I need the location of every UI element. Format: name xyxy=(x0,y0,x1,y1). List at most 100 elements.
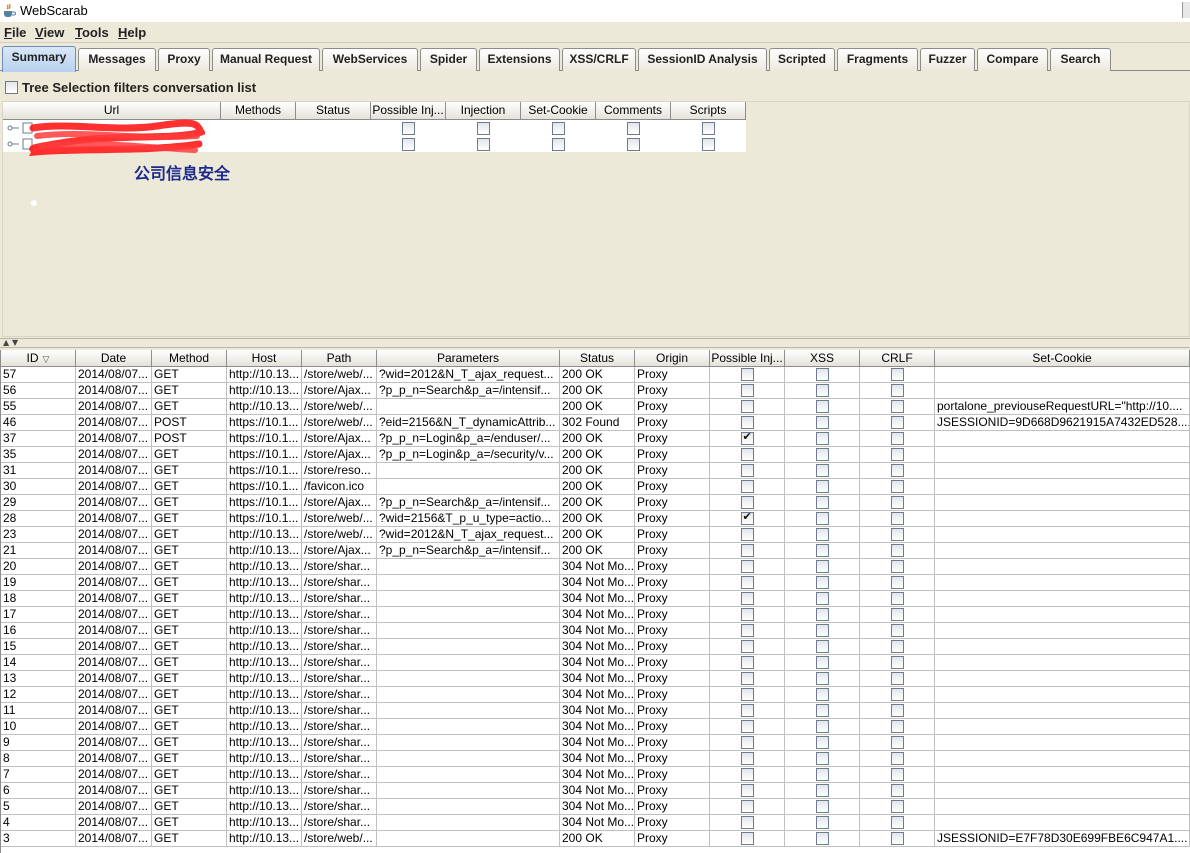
tree-col-status[interactable]: Status xyxy=(296,102,371,120)
tab-fragments[interactable]: Fragments xyxy=(837,48,918,71)
crlf-checkbox[interactable] xyxy=(890,784,904,797)
table-row[interactable]: 20 2014/08/07... GET http://10.13.../store/… xyxy=(1,559,1190,575)
table-row[interactable]: 14 2014/08/07... GET http://10.13.../store/… xyxy=(1,655,1190,671)
tree-col-scripts[interactable]: Scripts xyxy=(671,102,746,120)
tree-cb-injection[interactable] xyxy=(477,121,490,135)
crlf-checkbox[interactable] xyxy=(890,752,904,765)
xss-checkbox[interactable] xyxy=(815,432,829,445)
xss-checkbox[interactable] xyxy=(815,704,829,717)
xss-checkbox[interactable] xyxy=(815,592,829,605)
crlf-checkbox[interactable] xyxy=(890,608,904,621)
crlf-checkbox[interactable] xyxy=(890,544,904,557)
possible-injection-checkbox[interactable] xyxy=(740,431,754,445)
possible-injection-checkbox[interactable] xyxy=(740,384,754,397)
tab-sessionid-analysis[interactable]: SessionID Analysis xyxy=(638,48,767,71)
tree-cb-comments[interactable] xyxy=(627,121,640,135)
xss-checkbox[interactable] xyxy=(815,736,829,749)
crlf-checkbox[interactable] xyxy=(890,672,904,685)
menu-help[interactable]: Help xyxy=(118,25,146,40)
tree-col-set-cookie[interactable]: Set-Cookie xyxy=(521,102,596,120)
xss-checkbox[interactable] xyxy=(815,560,829,573)
table-row[interactable]: 12 2014/08/07... GET http://10.13.../store/… xyxy=(1,687,1190,703)
possible-injection-checkbox[interactable] xyxy=(740,496,754,509)
crlf-checkbox[interactable] xyxy=(890,480,904,493)
crlf-checkbox[interactable] xyxy=(890,624,904,637)
possible-injection-checkbox[interactable] xyxy=(740,368,754,381)
table-row[interactable]: 10 2014/08/07... GET http://10.13.../store/… xyxy=(1,719,1190,735)
xss-checkbox[interactable] xyxy=(815,832,829,845)
tab-fuzzer[interactable]: Fuzzer xyxy=(920,48,975,71)
crlf-checkbox[interactable] xyxy=(890,736,904,749)
menu-tools[interactable]: Tools xyxy=(75,25,109,40)
col-origin[interactable]: Origin xyxy=(635,350,710,367)
possible-injection-checkbox[interactable] xyxy=(740,768,754,781)
tab-summary[interactable]: Summary xyxy=(2,46,76,72)
tree-cb-set-cookie[interactable] xyxy=(552,137,565,151)
crlf-checkbox[interactable] xyxy=(890,656,904,669)
possible-injection-checkbox[interactable] xyxy=(740,672,754,685)
xss-checkbox[interactable] xyxy=(815,640,829,653)
table-row[interactable]: 4 2014/08/07... GET http://10.13.../store/s… xyxy=(1,815,1190,831)
xss-checkbox[interactable] xyxy=(815,464,829,477)
table-row[interactable]: 5 2014/08/07... GET http://10.13.../store/s… xyxy=(1,799,1190,815)
possible-injection-checkbox[interactable] xyxy=(740,800,754,813)
possible-injection-checkbox[interactable] xyxy=(740,688,754,701)
table-row[interactable]: 57 2014/08/07... GET http://10.13.../store/… xyxy=(1,367,1190,383)
possible-injection-checkbox[interactable] xyxy=(740,832,754,845)
col-crlf[interactable]: CRLF xyxy=(860,350,935,367)
xss-checkbox[interactable] xyxy=(815,720,829,733)
crlf-checkbox[interactable] xyxy=(890,832,904,845)
table-row[interactable]: 6 2014/08/07... GET http://10.13.../store/s… xyxy=(1,783,1190,799)
col-set-cookie[interactable]: Set-Cookie xyxy=(935,350,1190,367)
crlf-checkbox[interactable] xyxy=(890,640,904,653)
possible-injection-checkbox[interactable] xyxy=(740,784,754,797)
xss-checkbox[interactable] xyxy=(815,624,829,637)
tree-col-possible-injection[interactable]: Possible Inj... xyxy=(371,102,446,120)
tree-cb-comments[interactable] xyxy=(627,137,640,151)
col-parameters[interactable]: Parameters xyxy=(377,350,560,367)
crlf-checkbox[interactable] xyxy=(890,720,904,733)
crlf-checkbox[interactable] xyxy=(890,704,904,717)
possible-injection-checkbox[interactable] xyxy=(740,480,754,493)
table-row[interactable]: 3 2014/08/07... GET http://10.13.../store/w… xyxy=(1,831,1190,847)
tree-cb-set-cookie[interactable] xyxy=(552,121,565,135)
tree-cb-injection[interactable] xyxy=(477,137,490,151)
xss-checkbox[interactable] xyxy=(815,784,829,797)
crlf-checkbox[interactable] xyxy=(890,688,904,701)
table-row[interactable]: 18 2014/08/07... GET http://10.13.../store/… xyxy=(1,591,1190,607)
panel-splitter[interactable]: ▲ ▼ xyxy=(0,338,1190,348)
tab-spider[interactable]: Spider xyxy=(420,48,477,71)
tab-proxy[interactable]: Proxy xyxy=(158,48,210,71)
xss-checkbox[interactable] xyxy=(815,608,829,621)
tree-col-methods[interactable]: Methods xyxy=(221,102,296,120)
table-row[interactable]: 15 2014/08/07... GET http://10.13.../store/… xyxy=(1,639,1190,655)
table-row[interactable]: 35 2014/08/07... GET https://10.1.../store/… xyxy=(1,447,1190,463)
possible-injection-checkbox[interactable] xyxy=(740,448,754,461)
crlf-checkbox[interactable] xyxy=(890,400,904,413)
col-path[interactable]: Path xyxy=(302,350,377,367)
xss-checkbox[interactable] xyxy=(815,416,829,429)
xss-checkbox[interactable] xyxy=(815,816,829,829)
table-row[interactable]: 19 2014/08/07... GET http://10.13.../store/… xyxy=(1,575,1190,591)
xss-checkbox[interactable] xyxy=(815,480,829,493)
table-row[interactable]: 56 2014/08/07... GET http://10.13.../store/… xyxy=(1,383,1190,399)
tab-webservices[interactable]: WebServices xyxy=(322,48,418,71)
col-date[interactable]: Date xyxy=(76,350,152,367)
table-row[interactable]: 7 2014/08/07... GET http://10.13.../store/s… xyxy=(1,767,1190,783)
table-row[interactable]: 13 2014/08/07... GET http://10.13.../store/… xyxy=(1,671,1190,687)
crlf-checkbox[interactable] xyxy=(890,496,904,509)
possible-injection-checkbox[interactable] xyxy=(740,528,754,541)
crlf-checkbox[interactable] xyxy=(890,368,904,381)
col-possible-injection[interactable]: Possible Inj... xyxy=(710,350,785,367)
possible-injection-checkbox[interactable] xyxy=(740,511,754,525)
possible-injection-checkbox[interactable] xyxy=(740,400,754,413)
splitter-up-icon[interactable]: ▲ xyxy=(3,338,9,347)
crlf-checkbox[interactable] xyxy=(890,528,904,541)
xss-checkbox[interactable] xyxy=(815,384,829,397)
col-method[interactable]: Method xyxy=(152,350,227,367)
xss-checkbox[interactable] xyxy=(815,528,829,541)
crlf-checkbox[interactable] xyxy=(890,448,904,461)
tree-cb-scripts[interactable] xyxy=(702,137,715,151)
xss-checkbox[interactable] xyxy=(815,800,829,813)
xss-checkbox[interactable] xyxy=(815,576,829,589)
